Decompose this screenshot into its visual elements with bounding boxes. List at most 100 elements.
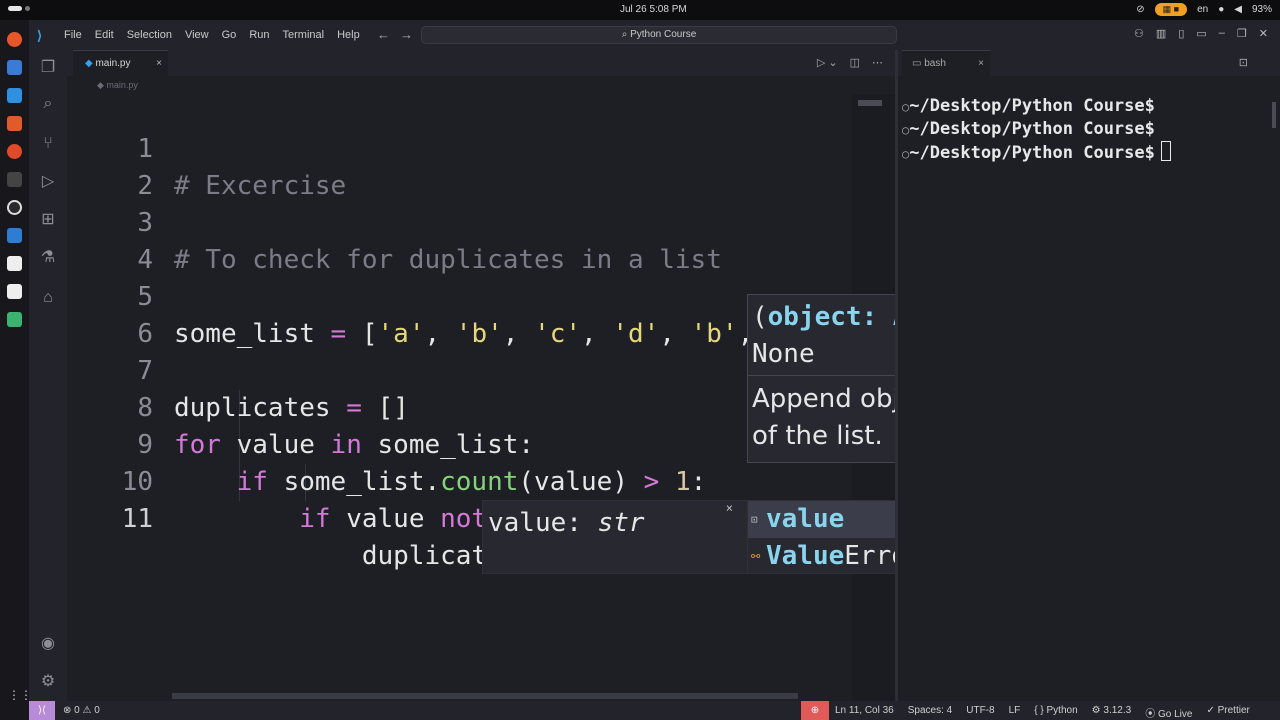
language-mode[interactable]: { } Python: [1034, 705, 1077, 720]
version-label: 3.12.3: [1103, 705, 1132, 716]
files-icon[interactable]: [7, 60, 22, 75]
go-live-button[interactable]: ⦿ Go Live: [1145, 705, 1192, 720]
minimap-slider[interactable]: [858, 100, 882, 106]
prettier-button[interactable]: ✓ Prettier: [1206, 705, 1249, 720]
close-tab-icon[interactable]: ×: [156, 51, 162, 77]
breadcrumb-file[interactable]: main.py: [106, 80, 138, 90]
toggle-sidebar-icon[interactable]: ▯: [1178, 27, 1184, 40]
class-icon: ⚯: [751, 550, 761, 563]
menu-terminal[interactable]: Terminal: [283, 29, 325, 41]
status-bar: ⟩⟨ ⊗ 0 ⚠ 0 ⊕ Ln 11, Col 36 Spaces: 4 UTF…: [29, 701, 1280, 720]
code-line[interactable]: 8 for value in some_list:: [67, 353, 852, 460]
run-file-icon[interactable]: ▷ ⌄: [817, 56, 838, 69]
trash-icon[interactable]: [7, 312, 22, 327]
code-line[interactable]: 10 if value not in duplicates:: [67, 427, 852, 534]
workspace-indicator[interactable]: [8, 6, 30, 14]
python-version[interactable]: ⚙ 3.12.3: [1092, 705, 1132, 720]
breadcrumb[interactable]: ◆ main.py: [67, 76, 895, 94]
remote-icon[interactable]: ⟩⟨: [29, 701, 55, 720]
vscode-app-icon[interactable]: [7, 228, 22, 243]
firefox-icon[interactable]: [7, 32, 22, 47]
menu-edit[interactable]: Edit: [95, 29, 114, 41]
code-line[interactable]: 7 duplicates = []: [67, 316, 852, 423]
menu-help[interactable]: Help: [337, 29, 360, 41]
variable-icon: ⊡: [751, 513, 758, 526]
document-icon[interactable]: [7, 256, 22, 271]
chrome-icon[interactable]: [7, 200, 22, 215]
parameter-hint: value: str ×: [482, 500, 748, 574]
account-icon[interactable]: ◉: [38, 634, 58, 654]
app-grid-icon[interactable]: ⋮⋮: [8, 688, 32, 702]
prompt-text: ~/Desktop/Python Course$: [909, 119, 1155, 139]
problems-indicator[interactable]: ⊗ 0 ⚠ 0: [63, 705, 100, 716]
settings-gear-icon[interactable]: ⚙: [38, 672, 58, 692]
source-control-icon[interactable]: ⑂: [38, 134, 58, 154]
menu-selection[interactable]: Selection: [127, 29, 172, 41]
layout-icon[interactable]: ▥: [1156, 27, 1166, 40]
prompt-text: ~/Desktop/Python Course$: [909, 143, 1155, 163]
restore-icon[interactable]: ❐: [1237, 27, 1247, 40]
menu-go[interactable]: Go: [222, 29, 237, 41]
code-line[interactable]: 2: [67, 131, 852, 201]
explorer-icon[interactable]: ❐: [38, 58, 58, 78]
docs-icon[interactable]: [7, 88, 22, 103]
code-line[interactable]: 5 some_list = ['a', 'b', 'c', 'd', 'b','…: [67, 242, 852, 349]
bookmarks-icon[interactable]: ⌂: [38, 288, 58, 308]
cursor-position[interactable]: Ln 11, Col 36: [835, 705, 894, 720]
tab-main-py[interactable]: ◆ main.py ×: [73, 50, 168, 76]
terminal-app-icon[interactable]: [7, 172, 22, 187]
terminal-scrollbar[interactable]: [1272, 102, 1276, 128]
zoom-icon[interactable]: ⊕: [801, 701, 829, 720]
menu-bar: File Edit Selection View Go Run Terminal…: [64, 29, 360, 41]
terminal-cursor: [1160, 141, 1171, 161]
close-window-icon[interactable]: ✕: [1259, 27, 1268, 40]
close-hint-icon[interactable]: ×: [726, 501, 733, 515]
suggestion-match: value: [766, 504, 845, 534]
menu-view[interactable]: View: [185, 29, 209, 41]
nav-arrows[interactable]: ←→: [377, 27, 423, 42]
code-line[interactable]: 9 if some_list.count(value) > 1:: [67, 390, 852, 497]
command-center-search[interactable]: ⌕ Python Course: [421, 26, 897, 44]
search-icon[interactable]: ⌕: [38, 94, 58, 114]
battery-level[interactable]: 93%: [1252, 4, 1272, 15]
testing-icon[interactable]: ⚗: [38, 248, 58, 268]
python-file-icon: ◆: [85, 58, 96, 69]
code-editor[interactable]: 1 # Excercise 2 3 # To check for duplica…: [67, 94, 852, 701]
horizontal-scrollbar[interactable]: [172, 693, 798, 699]
text-editor-icon[interactable]: [7, 284, 22, 299]
minimize-icon[interactable]: –: [1219, 27, 1225, 40]
toggle-panel-icon[interactable]: ▭: [1196, 27, 1206, 40]
more-actions-icon[interactable]: ⋯: [872, 56, 883, 69]
tab-bash[interactable]: ▭ bash ×: [902, 50, 990, 76]
encoding[interactable]: UTF-8: [966, 705, 994, 720]
run-debug-icon[interactable]: ▷: [38, 172, 58, 192]
menu-run[interactable]: Run: [249, 29, 269, 41]
vscode-logo-icon: ⟩: [37, 28, 43, 43]
software-icon[interactable]: [7, 116, 22, 131]
close-terminal-icon[interactable]: ×: [978, 51, 984, 77]
language-indicator[interactable]: en: [1197, 4, 1208, 15]
network-icon[interactable]: ⊘: [1136, 4, 1144, 15]
keyboard-indicator-icon[interactable]: ▦ ■: [1154, 3, 1188, 16]
extensions-icon[interactable]: ⊞: [38, 210, 58, 230]
code-line[interactable]: 1 # Excercise: [67, 94, 852, 201]
copilot-icon[interactable]: ⚇: [1134, 27, 1144, 40]
terminal-panel[interactable]: ○~/Desktop/Python Course$ ○~/Desktop/Pyt…: [898, 76, 1280, 701]
code-line[interactable]: 6: [67, 279, 852, 349]
microphone-icon[interactable]: ●: [1218, 4, 1224, 15]
code-line[interactable]: 4: [67, 205, 852, 275]
go-live-label: Go Live: [1157, 709, 1193, 720]
menu-file[interactable]: File: [64, 29, 82, 41]
split-editor-icon[interactable]: ◫: [850, 56, 860, 69]
editor-tab-bar: ◆ main.py × ▷ ⌄ ◫ ⋯: [67, 50, 895, 76]
system-clock[interactable]: Jul 26 5:08 PM: [620, 4, 687, 15]
brave-icon[interactable]: [7, 144, 22, 159]
code-line[interactable]: 11 duplicates.append(value): [67, 464, 852, 571]
lock-icon[interactable]: ⊡: [1239, 56, 1248, 69]
end-of-line[interactable]: LF: [1009, 705, 1021, 720]
code-line[interactable]: 3 # To check for duplicates in a list: [67, 168, 852, 275]
tab-label: main.py: [95, 58, 131, 69]
volume-icon[interactable]: ◀: [1234, 4, 1242, 15]
param-type: str: [597, 508, 645, 538]
indentation[interactable]: Spaces: 4: [908, 705, 952, 720]
